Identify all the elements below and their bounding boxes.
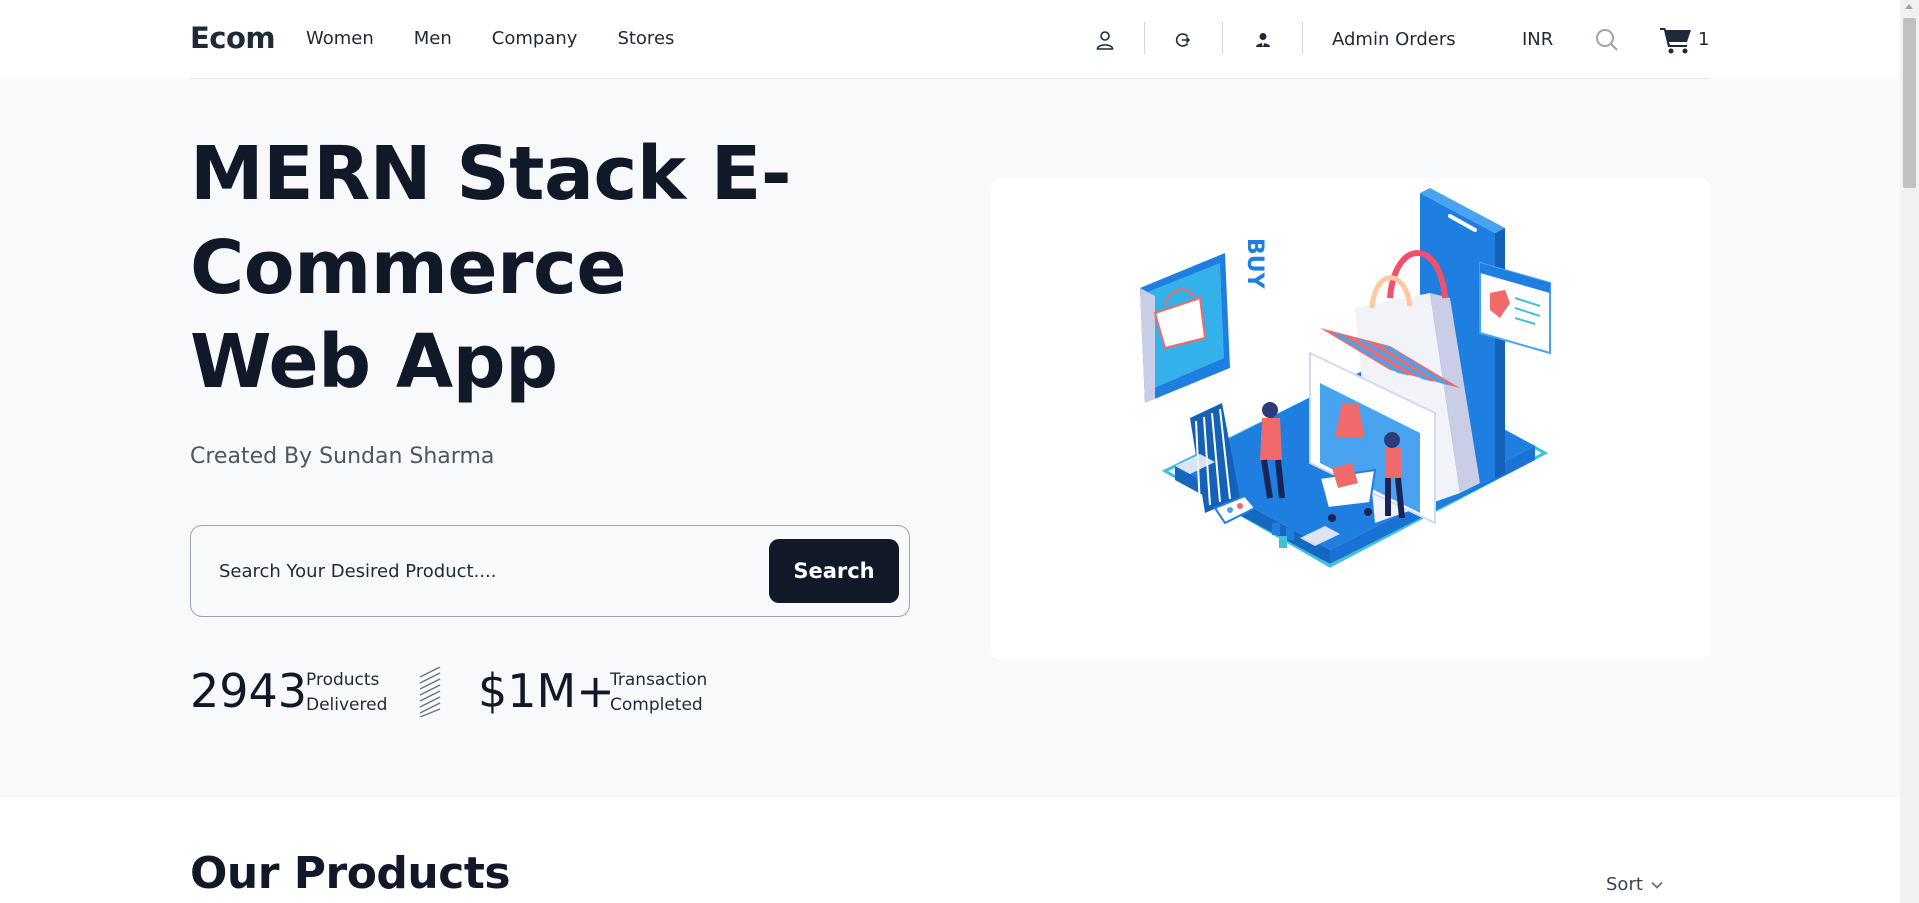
- search-button[interactable]: Search: [769, 539, 899, 603]
- buy-lettering: BUY: [1242, 238, 1267, 290]
- scroll-thumb[interactable]: [1903, 18, 1916, 188]
- divider: [1222, 22, 1223, 54]
- hero-subtitle: Created By Sundan Sharma: [190, 444, 495, 469]
- nav-company[interactable]: Company: [492, 28, 578, 49]
- divider: [1144, 22, 1145, 54]
- nav-stores[interactable]: Stores: [617, 28, 674, 49]
- shopping-illustration: BUY: [1140, 188, 1551, 568]
- stat-divider-icon: [419, 667, 441, 717]
- currency-label: INR: [1522, 29, 1554, 50]
- search-icon[interactable]: [1594, 0, 1620, 79]
- nav-women[interactable]: Women: [306, 28, 374, 49]
- products-section-title: Our Products: [190, 848, 511, 899]
- top-navbar: Ecom Women Men Company Stores Admin Orde…: [0, 0, 1900, 79]
- stat-transactions-label: Transaction Completed: [610, 668, 707, 718]
- stat-label-line: Transaction: [610, 670, 708, 690]
- stat-products-label: Products Delivered: [306, 668, 387, 718]
- admin-orders-link[interactable]: Admin Orders: [1332, 0, 1456, 79]
- sort-dropdown[interactable]: Sort: [1606, 874, 1663, 895]
- navbar-inner: Ecom Women Men Company Stores: [190, 0, 1710, 79]
- user-icon[interactable]: [1092, 0, 1118, 79]
- stat-products-value: 2943: [190, 664, 308, 718]
- currency-selector[interactable]: INR: [1522, 0, 1553, 79]
- main-nav: Women Men Company Stores: [306, 28, 714, 49]
- cart-icon: [1660, 27, 1691, 53]
- product-search-input[interactable]: [219, 556, 739, 586]
- product-search-form: Search: [190, 525, 910, 617]
- hero-illustration: BUY: [990, 178, 1711, 660]
- scroll-up-arrow-icon[interactable]: [1905, 4, 1913, 9]
- admin-icon[interactable]: [1250, 0, 1276, 79]
- nav-men[interactable]: Men: [414, 28, 452, 49]
- cart-button[interactable]: 1: [1660, 0, 1709, 79]
- stat-label-line: Completed: [610, 695, 703, 715]
- stat-label-line: Delivered: [306, 695, 388, 715]
- divider: [1302, 22, 1303, 54]
- cart-count: 1: [1698, 29, 1710, 50]
- sort-label: Sort: [1606, 874, 1643, 895]
- brand-logo[interactable]: Ecom: [190, 21, 276, 55]
- stat-transactions-value: $1M+: [478, 664, 615, 718]
- logout-icon[interactable]: [1170, 0, 1196, 79]
- hero-title: MERN Stack E-Commerce Web App: [190, 131, 792, 405]
- stat-label-line: Products: [306, 670, 380, 690]
- chevron-down-icon: [1651, 881, 1663, 889]
- page-scrollbar[interactable]: [1900, 0, 1919, 903]
- admin-orders-label: Admin Orders: [1332, 29, 1456, 50]
- hero-section: MERN Stack E-Commerce Web App Created By…: [0, 79, 1900, 797]
